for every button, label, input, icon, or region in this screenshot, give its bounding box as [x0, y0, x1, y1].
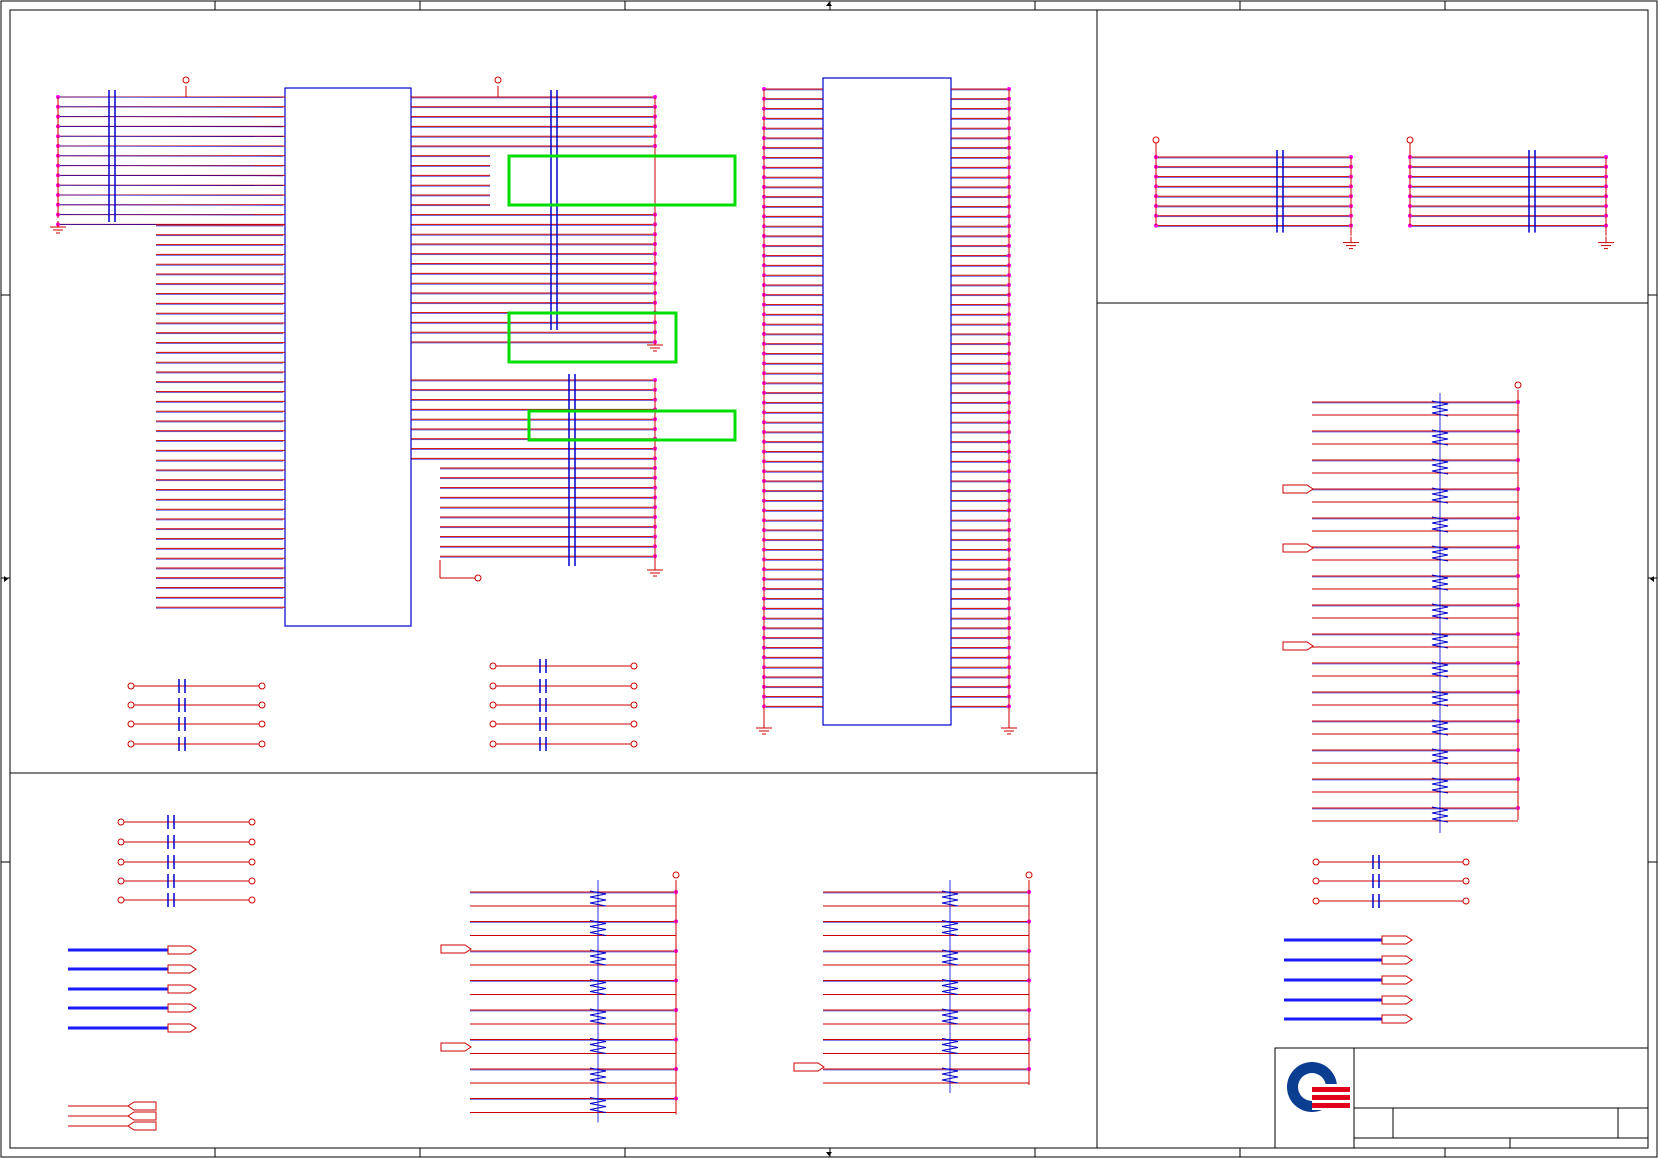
net-flag: [1282, 543, 1314, 553]
ic-body-connector[interactable]: [822, 77, 952, 726]
power-pin: [127, 720, 135, 728]
power-pin: [117, 818, 125, 826]
net-flag: [1381, 935, 1413, 945]
power-pin: [1462, 877, 1470, 885]
power-pin: [1462, 858, 1470, 866]
power-pin: [1312, 897, 1320, 905]
net-flag: [440, 944, 472, 954]
ic-body-left[interactable]: [284, 87, 412, 627]
power-pin: [630, 662, 638, 670]
power-pin: [248, 896, 256, 904]
net-flag: [167, 1003, 197, 1013]
power-pin: [1312, 877, 1320, 885]
power-pin: [489, 701, 497, 709]
power-pin: [248, 858, 256, 866]
ground-symbol: [1343, 236, 1359, 250]
net-flag: [167, 1023, 197, 1033]
net-flag: [1282, 641, 1314, 651]
power-pin: [248, 877, 256, 885]
power-pin: [494, 76, 502, 84]
power-pin: [127, 740, 135, 748]
highlight-box-2[interactable]: [507, 311, 678, 364]
net-flag: [127, 1121, 157, 1131]
company-logo: [1287, 1062, 1352, 1112]
title-block: [1274, 1047, 1649, 1149]
power-pin: [489, 740, 497, 748]
power-pin: [1514, 381, 1522, 389]
ground-symbol: [50, 221, 66, 234]
power-pin: [127, 701, 135, 709]
arrow-marker: [1650, 576, 1654, 582]
power-pin: [117, 896, 125, 904]
net-flag: [127, 1101, 157, 1111]
power-pin: [248, 818, 256, 826]
power-pin: [630, 720, 638, 728]
power-pin: [258, 682, 266, 690]
net-flag: [1381, 995, 1413, 1005]
net-flag: [1282, 484, 1314, 494]
net-flag: [793, 1062, 825, 1072]
ground-symbol: [647, 564, 663, 577]
power-pin: [258, 701, 266, 709]
ground-symbol: [1001, 722, 1017, 735]
highlight-box-1[interactable]: [507, 154, 737, 207]
net-flag: [167, 964, 197, 974]
power-pin: [117, 858, 125, 866]
net-flag: [167, 984, 197, 994]
power-pin: [127, 682, 135, 690]
wires-layer: [56, 76, 1608, 1127]
schematic-canvas: [0, 0, 1658, 1158]
power-pin: [489, 720, 497, 728]
arrow-marker: [826, 1152, 832, 1156]
net-flag: [1381, 975, 1413, 985]
schematic-svg: [0, 0, 1658, 1158]
net-flag: [1381, 1014, 1413, 1024]
power-pin: [1312, 858, 1320, 866]
power-pin: [117, 877, 125, 885]
arrow-marker: [826, 2, 832, 6]
power-pin: [1462, 897, 1470, 905]
power-pin: [248, 838, 256, 846]
power-pin: [258, 720, 266, 728]
ground-symbol: [647, 339, 663, 352]
power-pin: [630, 701, 638, 709]
power-pin: [1406, 136, 1414, 144]
power-pin: [630, 682, 638, 690]
power-pin: [182, 76, 190, 84]
power-pin: [489, 682, 497, 690]
power-pin: [258, 740, 266, 748]
net-flag: [440, 1042, 472, 1052]
arrow-marker: [4, 576, 8, 582]
power-pin: [474, 574, 482, 582]
power-pin: [489, 662, 497, 670]
power-pin: [630, 740, 638, 748]
power-pin: [672, 871, 680, 879]
ground-symbol: [756, 722, 772, 735]
ground-symbol: [1598, 236, 1614, 250]
net-flag: [167, 945, 197, 955]
net-flag: [127, 1111, 157, 1121]
power-pin: [1025, 871, 1033, 879]
highlight-box-3[interactable]: [527, 409, 737, 442]
net-flag: [1381, 955, 1413, 965]
power-pin: [1152, 136, 1160, 144]
power-pin: [117, 838, 125, 846]
